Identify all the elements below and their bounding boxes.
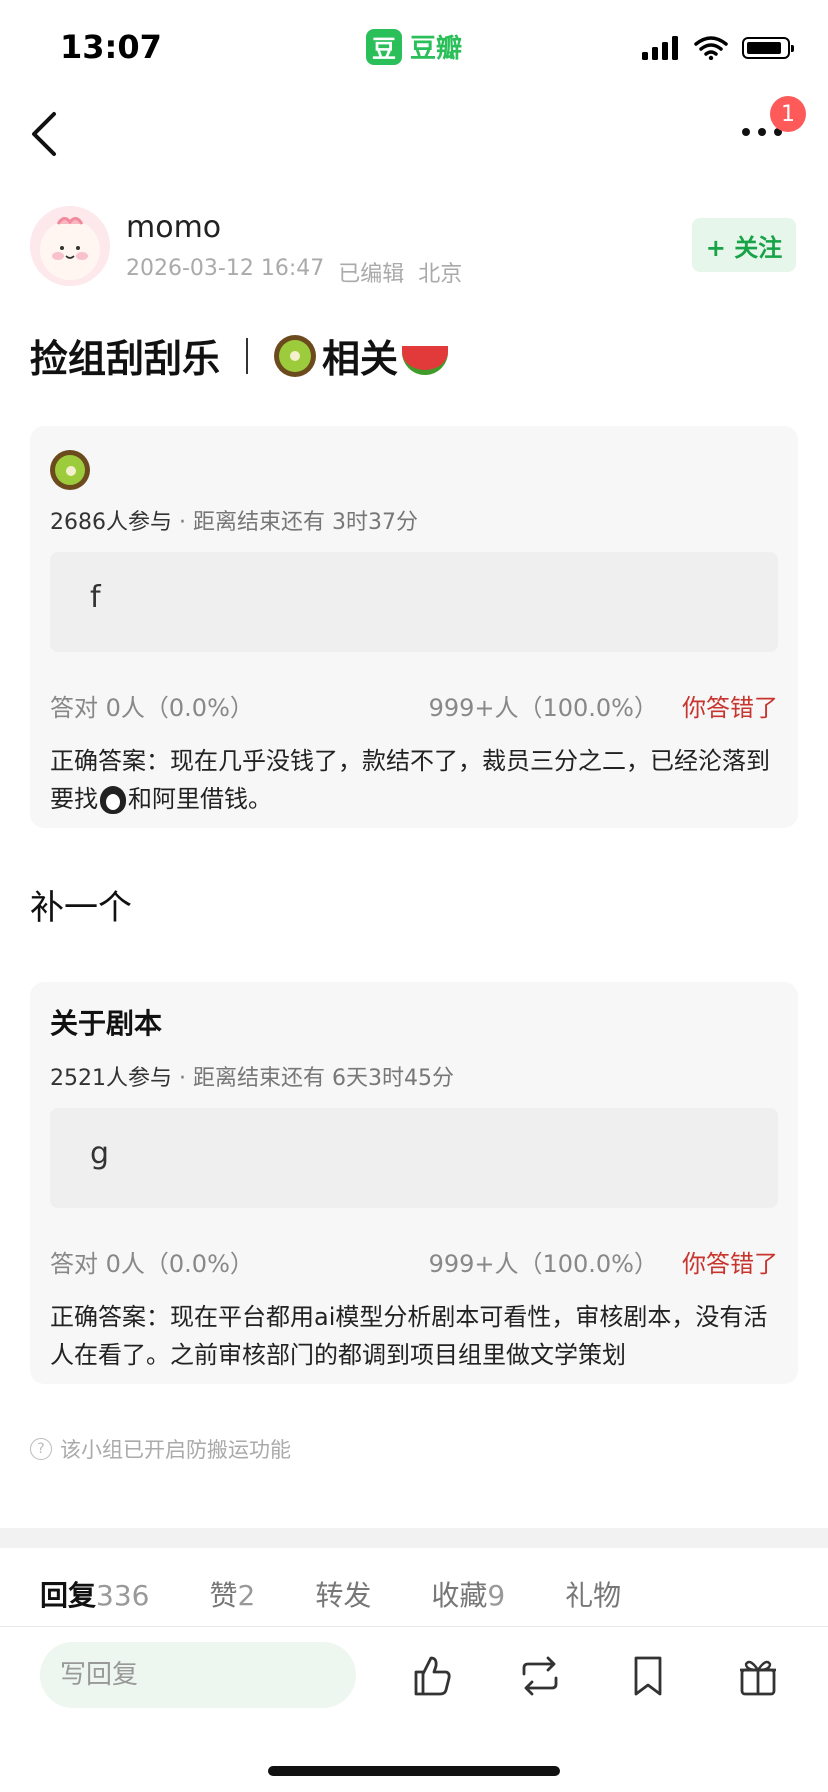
reshare-icon[interactable] [516,1652,564,1700]
avatar-image [40,217,100,280]
kiwi-icon [50,450,90,490]
section-divider [0,1528,828,1548]
participant-count: 2521人参与 [50,1066,172,1091]
cellular-signal-icon [642,36,678,60]
correct-answer: 正确答案：现在平台都用ai模型分析剧本可看性，审核剧本，没有活人在看了。之前审核… [50,1303,768,1369]
help-icon[interactable]: ? [30,1438,52,1460]
watermelon-icon [402,346,449,375]
poll-participants: 2521人参与 · 距离结束还有 6天3时45分 [50,1060,454,1092]
follow-button[interactable]: + 关注 [692,218,796,272]
result-label: 你答错了 [682,694,778,722]
interstitial-text: 补一个 [30,888,132,928]
time-remaining: · 距离结束还有 6天3时45分 [172,1066,454,1091]
tab-label: 收藏 [431,1579,488,1612]
reply-input[interactable] [40,1642,356,1708]
tab-label: 礼物 [565,1579,622,1612]
correct-stat: 答对 0人（0.0%） [50,1250,254,1278]
status-time: 13:07 [60,28,162,66]
kiwi-icon [274,334,317,377]
douban-logo-icon: 豆 [366,28,402,65]
home-indicator [268,1766,560,1776]
answer-text-b: 和阿里借钱。 [128,785,272,813]
tab-likes[interactable]: 赞2 [209,1574,255,1614]
battery-icon [742,37,794,59]
author-name[interactable]: momo [126,210,221,245]
post-meta: 2026-03-12 16:47 已编辑 北京 [126,256,462,288]
tab-label: 回复 [40,1579,97,1612]
poll-option-text: f [90,580,101,615]
penguin-icon [100,786,126,814]
wifi-icon [694,36,728,60]
notification-badge: 1 [770,96,806,132]
tab-collections[interactable]: 收藏9 [431,1574,505,1614]
edited-label: 已编辑 [338,262,405,287]
bookmark-icon[interactable] [624,1652,672,1700]
time-remaining: · 距离结束还有 3时37分 [172,510,418,535]
status-icons [642,36,794,60]
result-stats: 999+人（100.0%） 你答错了 [429,1244,778,1279]
poll-title: 关于剧本 [50,1007,163,1040]
tab-label: 转发 [315,1579,372,1612]
wrong-stat: 999+人（100.0%） [428,1250,658,1278]
post-date: 2026-03-12 16:47 [126,256,325,281]
anti-repost-text: 该小组已开启防搬运功能 [60,1438,291,1462]
tab-count: 2 [237,1579,256,1612]
tab-replies[interactable]: 回复336 [40,1574,149,1614]
title-divider [246,337,249,374]
result-stats: 999+人（100.0%） 你答错了 [429,688,778,723]
app-badge: 豆 豆瓣 [366,28,462,65]
poll-option[interactable]: f [50,552,778,652]
post-title-right: 相关 [322,337,399,381]
result-label: 你答错了 [682,1250,778,1278]
tab-count: 336 [96,1579,150,1612]
app-name: 豆瓣 [410,34,463,64]
interaction-tabs: 回复336 赞2 转发 收藏9 礼物 [40,1574,681,1614]
tab-reshares[interactable]: 转发 [315,1574,371,1614]
tab-gifts[interactable]: 礼物 [565,1574,621,1614]
poll-participants: 2686人参与 · 距离结束还有 3时37分 [50,504,418,536]
post-title: 捡组刮刮乐 相关 [30,328,449,383]
poll-option[interactable]: g [50,1108,778,1208]
anti-repost-note: ? 该小组已开启防搬运功能 [30,1434,291,1464]
tab-label: 赞 [209,1579,238,1612]
post-location: 北京 [418,262,463,287]
avatar[interactable] [30,206,110,286]
participant-count: 2686人参与 [50,510,172,535]
tabs-divider [0,1626,828,1627]
correct-answer: 正确答案：现在几乎没钱了，款结不了，裁员三分之二，已经沦落到要找 和阿里借钱。 [50,742,778,818]
wrong-stat: 999+人（100.0%） [428,694,658,722]
poll-card: 关于剧本 2521人参与 · 距离结束还有 6天3时45分 g 答对 0人（0.… [30,982,798,1384]
back-button[interactable] [24,106,68,162]
tab-count: 9 [487,1579,506,1612]
poll-card: 2686人参与 · 距离结束还有 3时37分 f 答对 0人（0.0%） 999… [30,426,798,828]
gift-icon[interactable] [734,1652,782,1700]
post-title-left: 捡组刮刮乐 [30,337,221,381]
correct-stat: 答对 0人（0.0%） [50,694,254,722]
like-icon[interactable] [408,1652,456,1700]
poll-option-text: g [90,1136,110,1171]
